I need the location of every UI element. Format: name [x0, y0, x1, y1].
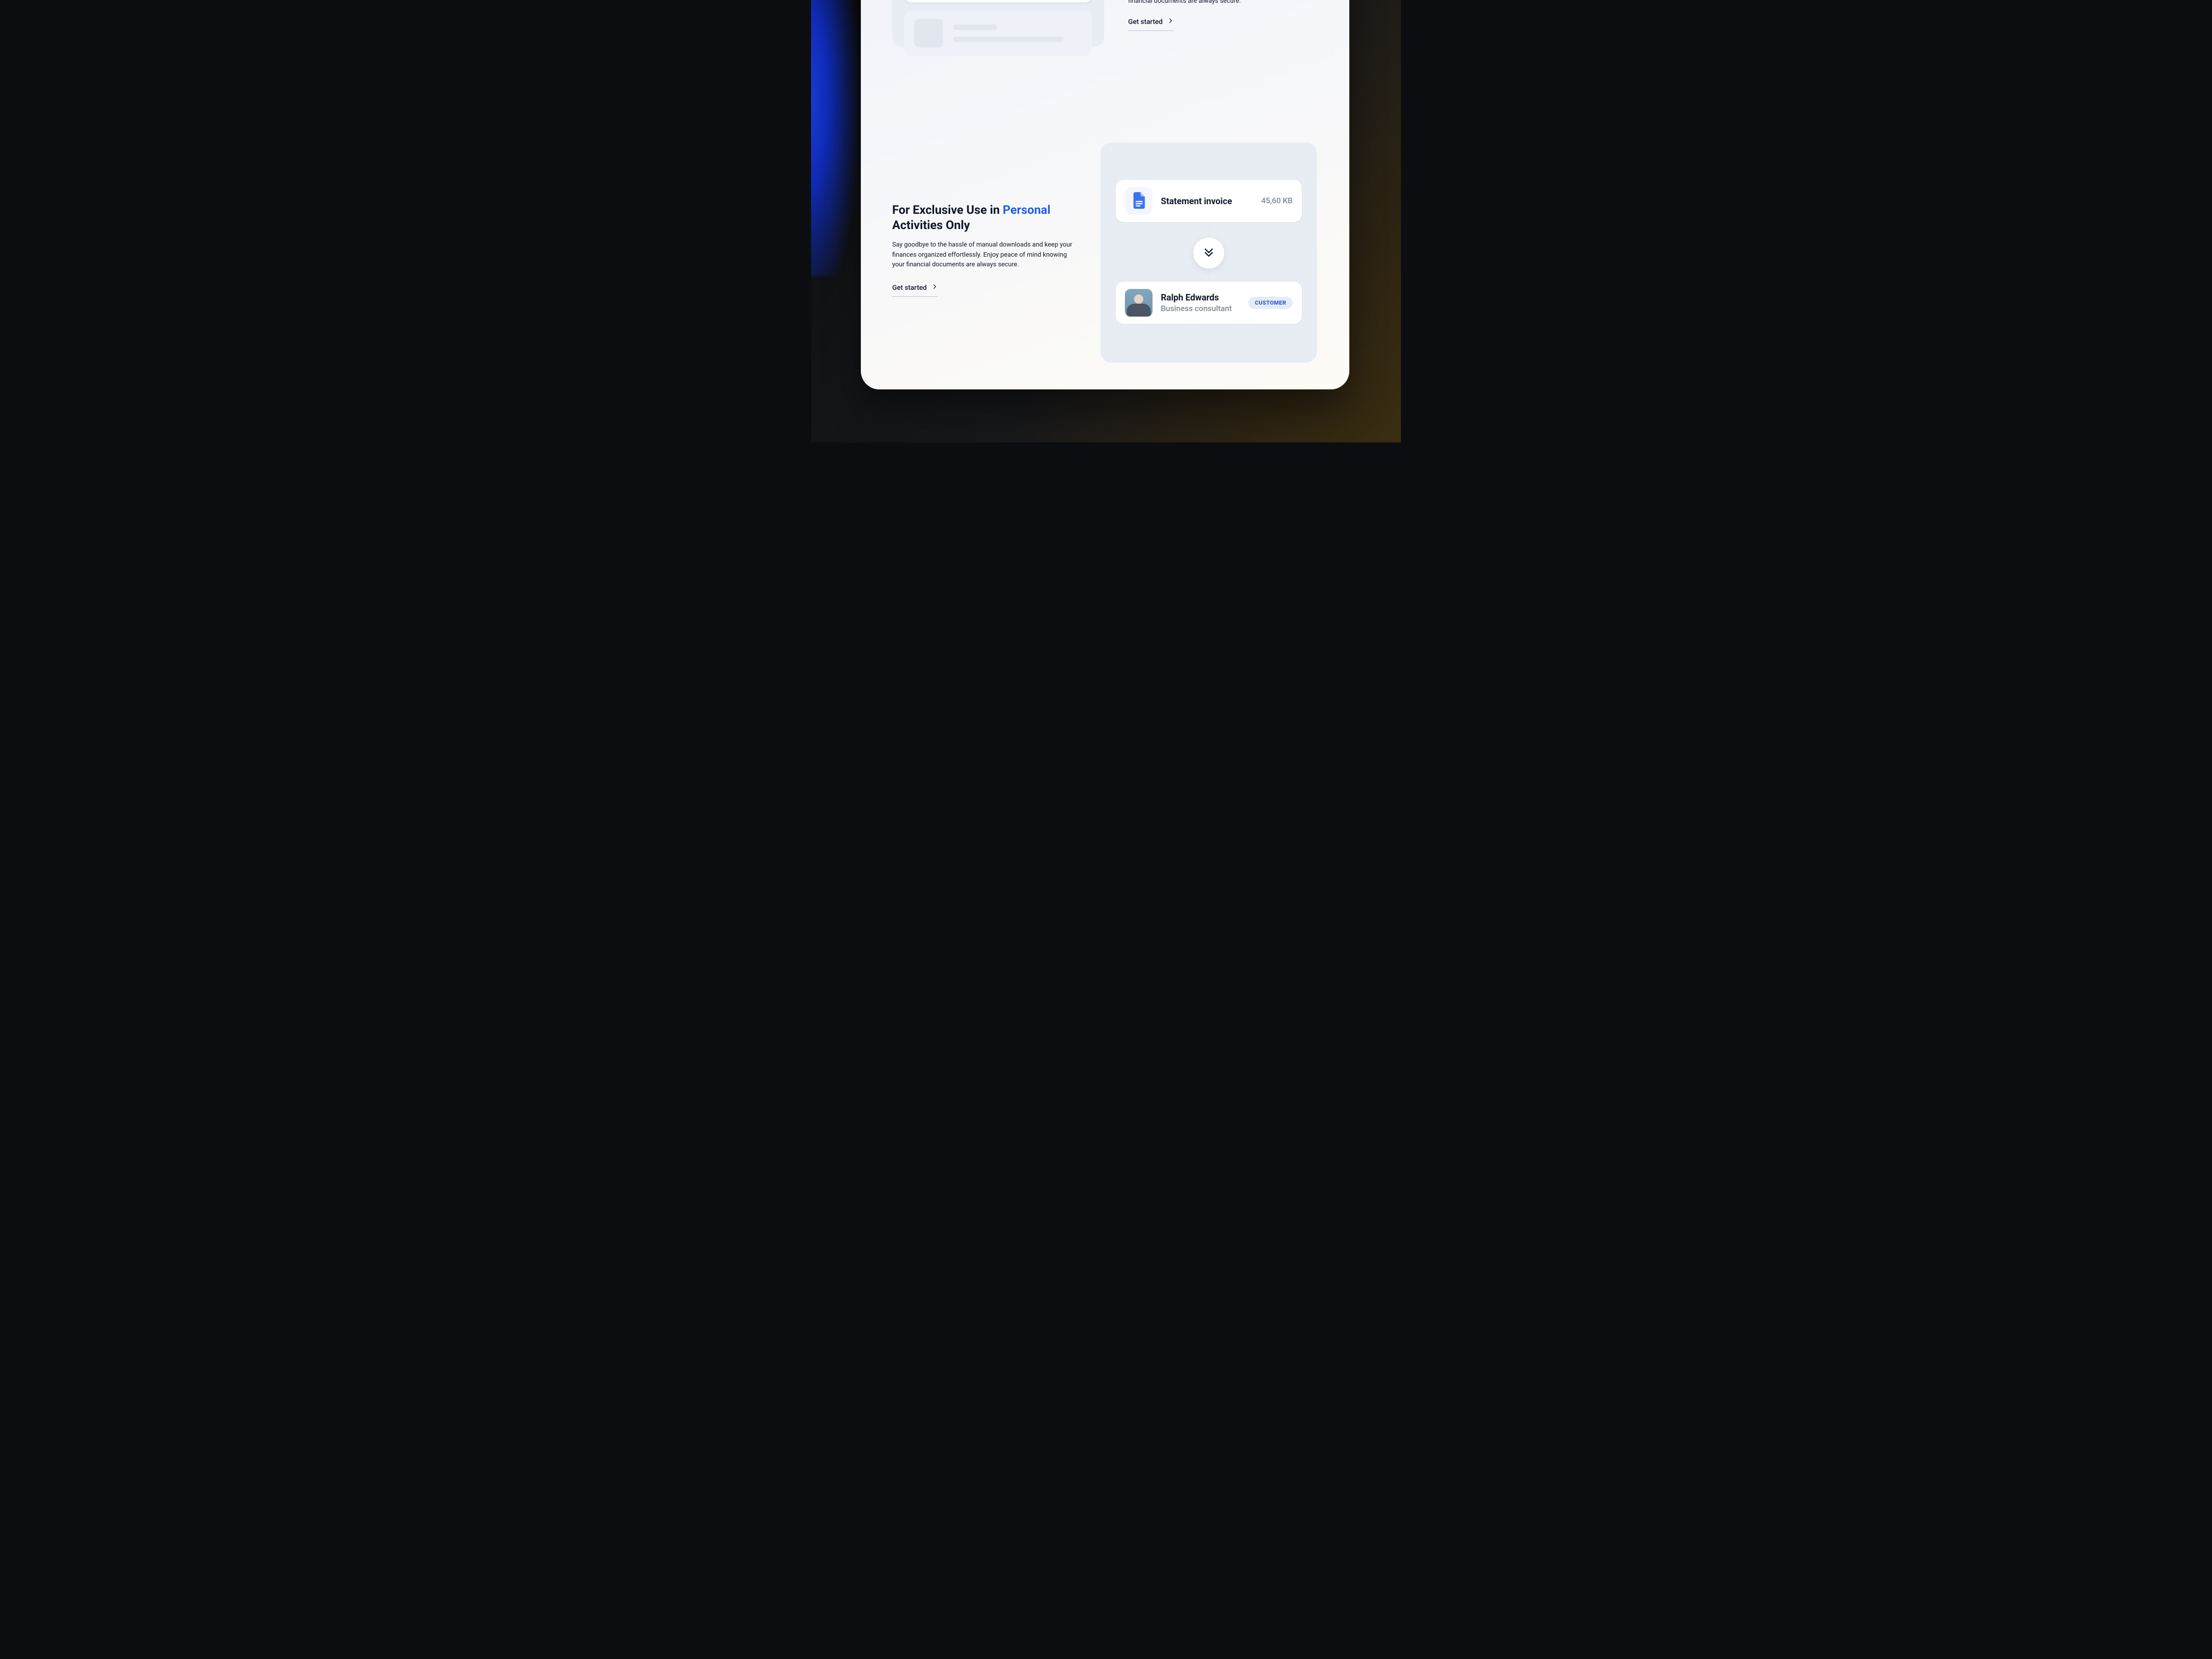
chevron-right-icon [1167, 18, 1174, 26]
down-arrow-circle [1193, 237, 1224, 269]
get-started-link[interactable]: Get started [1128, 18, 1174, 31]
file-size: 45,60 KB [1261, 196, 1293, 206]
skeleton-row-active [904, 0, 1092, 2]
person-card: Ralph Edwards Business consultant CUSTOM… [1115, 281, 1302, 324]
heading-accent: Personal [1003, 203, 1051, 217]
content-card: financial documents are always secure. G… [861, 0, 1349, 389]
skeleton-subtitle-bar [953, 36, 1064, 42]
get-started-link[interactable]: Get started [892, 283, 938, 297]
feature-copy-left: For Exclusive Use in Personal Activities… [892, 203, 1095, 297]
skeleton-row-inactive [904, 11, 1092, 56]
feature-heading: For Exclusive Use in Personal Activities… [892, 203, 1095, 233]
double-chevron-down-icon [1203, 246, 1215, 260]
heading-pre: For Exclusive Use in [892, 203, 1003, 217]
doc-icon [1125, 187, 1153, 215]
get-started-label: Get started [1128, 18, 1163, 26]
file-title: Statement invoice [1161, 196, 1253, 206]
top-right-body: financial documents are always secure. [1128, 0, 1322, 6]
chevron-right-icon [931, 283, 938, 292]
skeleton-bars [953, 24, 1082, 42]
skeleton-panel [892, 0, 1104, 47]
person-role: Business consultant [1161, 304, 1240, 313]
feature-body: Say goodbye to the hassle of manual down… [892, 240, 1077, 270]
customer-badge: CUSTOMER [1248, 297, 1293, 309]
get-started-label: Get started [892, 283, 927, 292]
diagram-panel: Statement invoice 45,60 KB Ralph Edwards… [1100, 142, 1317, 363]
skeleton-thumb-icon [914, 19, 943, 47]
skeleton-title-bar [953, 24, 997, 30]
file-card: Statement invoice 45,60 KB [1115, 179, 1302, 223]
top-right-copy: financial documents are always secure. G… [1128, 0, 1322, 31]
heading-post: Activities Only [892, 218, 970, 232]
person-name: Ralph Edwards [1161, 292, 1240, 303]
avatar [1125, 289, 1153, 317]
